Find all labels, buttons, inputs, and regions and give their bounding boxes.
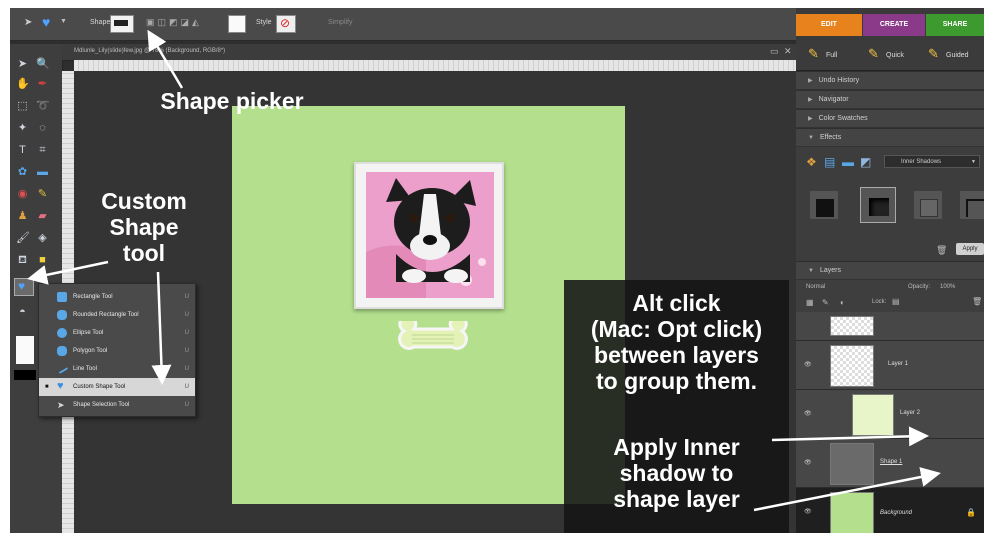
arrow-to-custom-shape-button bbox=[27, 260, 109, 285]
arrow-to-shape-picker bbox=[147, 29, 184, 89]
arrow-to-shape-layer bbox=[753, 467, 941, 512]
photoshop-elements-window: ➤ ♥ ▼ Shape ▣◫◩◪◭ Style ⊘ Simplify EDIT … bbox=[10, 8, 984, 533]
arrow-to-custom-shape-item bbox=[151, 271, 172, 385]
annotation-arrows bbox=[27, 29, 941, 512]
arrow-to-layer-gap bbox=[771, 426, 929, 447]
